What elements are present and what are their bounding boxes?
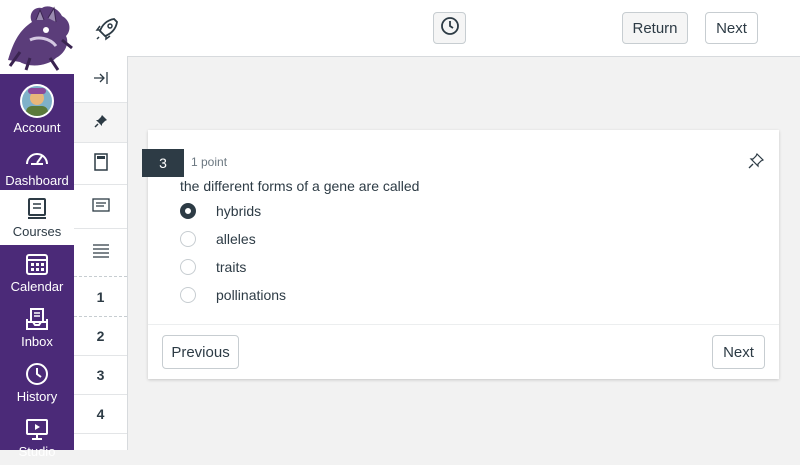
courses-icon: [24, 196, 50, 222]
nav-studio-label: Studio: [18, 444, 56, 459]
studio-icon: [24, 416, 50, 442]
nav-courses[interactable]: Courses: [0, 190, 74, 245]
school-logo[interactable]: [0, 0, 74, 74]
timer-button[interactable]: [433, 12, 466, 44]
nav-account-label: Account: [13, 120, 61, 135]
nav-account[interactable]: Account: [0, 76, 74, 135]
outline-button[interactable]: [74, 229, 127, 277]
nav-courses-label: Courses: [12, 224, 62, 239]
question-tray: 1 2 3 4: [74, 56, 128, 450]
nav-history-label: History: [16, 389, 58, 404]
calculator-button[interactable]: [74, 143, 127, 185]
answer-option-2[interactable]: alleles: [180, 227, 256, 251]
calendar-icon: [24, 251, 50, 277]
answer-label: hybrids: [216, 203, 262, 219]
question-number-badge: 3: [142, 149, 184, 177]
nav-calendar[interactable]: Calendar: [0, 245, 74, 300]
nav-history[interactable]: History: [0, 355, 74, 410]
nav-dashboard[interactable]: Dashboard: [0, 139, 74, 194]
nav-dashboard-label: Dashboard: [5, 173, 69, 188]
global-nav: Account Dashboard Courses Calendar Inbox…: [0, 0, 74, 459]
answer-label: traits: [216, 259, 247, 275]
top-bar: Return Next: [74, 0, 800, 57]
notes-button[interactable]: [74, 185, 127, 229]
next-button-top[interactable]: Next: [705, 12, 758, 44]
pin-question-icon[interactable]: [748, 152, 765, 174]
answer-label: pollinations: [216, 287, 287, 303]
tray-question-4[interactable]: 4: [74, 395, 127, 434]
question-text: the different forms of a gene are called: [180, 178, 420, 194]
nav-studio[interactable]: Studio: [0, 410, 74, 465]
question-points: 1 point: [191, 155, 228, 169]
question-card: 3 1 point the different forms of a gene …: [142, 130, 779, 379]
return-button[interactable]: Return: [622, 12, 688, 44]
answer-option-1[interactable]: hybrids: [180, 199, 261, 223]
collapse-tray-button[interactable]: [74, 56, 127, 103]
previous-button[interactable]: Previous: [162, 335, 239, 369]
next-button[interactable]: Next: [712, 335, 765, 369]
answer-option-3[interactable]: traits: [180, 255, 246, 279]
avatar: [20, 84, 54, 118]
radio-button[interactable]: [180, 231, 196, 247]
calculator-icon: [93, 153, 108, 174]
rocket-icon[interactable]: [94, 16, 120, 42]
radio-button[interactable]: [180, 287, 196, 303]
nav-inbox[interactable]: Inbox: [0, 300, 74, 355]
card-divider: [148, 324, 779, 325]
dashboard-icon: [24, 145, 50, 171]
radio-button[interactable]: [180, 259, 196, 275]
tray-question-1[interactable]: 1: [74, 277, 127, 317]
answer-option-4[interactable]: pollinations: [180, 283, 286, 307]
clock-icon: [440, 16, 460, 40]
pin-icon: [93, 114, 108, 131]
pin-tray-button[interactable]: [74, 103, 127, 143]
answer-label: alleles: [216, 231, 256, 247]
radio-button[interactable]: [180, 203, 196, 219]
tray-question-3[interactable]: 3: [74, 356, 127, 395]
nav-calendar-label: Calendar: [10, 279, 64, 294]
history-icon: [24, 361, 50, 387]
tray-question-2[interactable]: 2: [74, 317, 127, 356]
list-icon: [92, 243, 110, 262]
nav-inbox-label: Inbox: [21, 334, 53, 349]
notes-icon: [91, 198, 110, 215]
collapse-icon: [93, 71, 109, 88]
inbox-icon: [24, 306, 50, 332]
